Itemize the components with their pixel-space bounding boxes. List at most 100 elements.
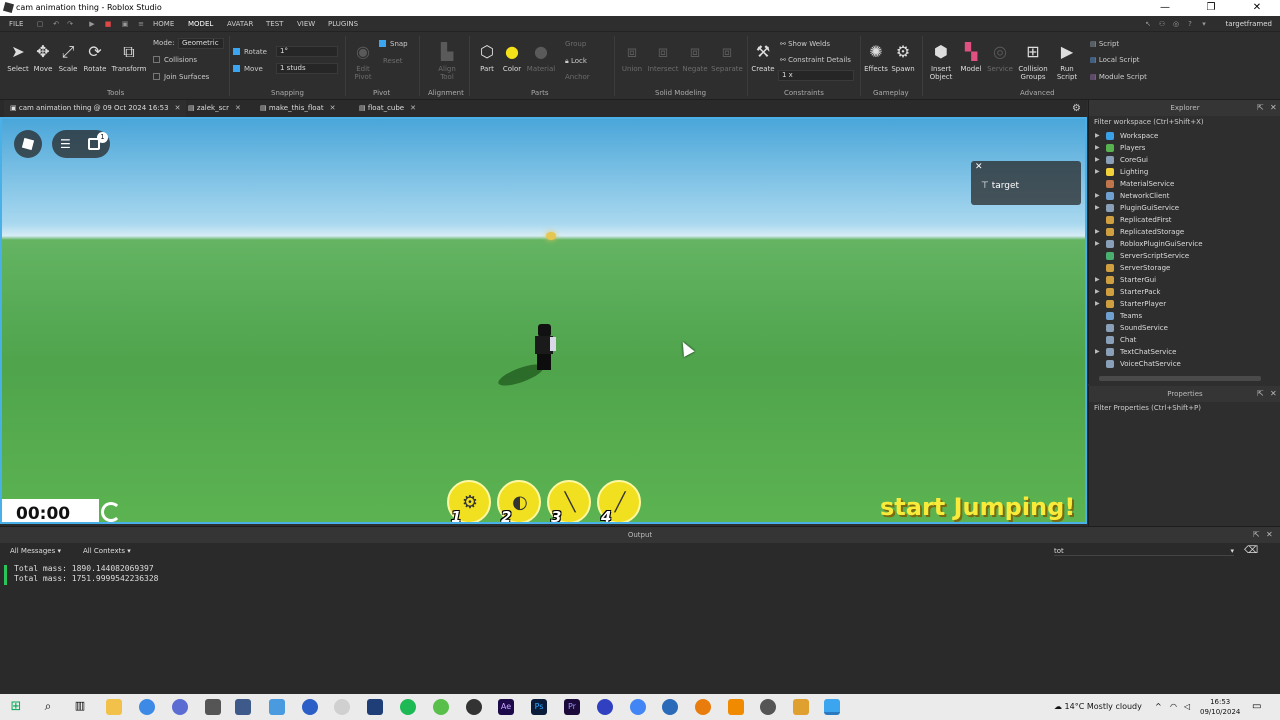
collisions-checkbox[interactable]: Collisions [153,56,197,64]
close-button[interactable]: ✕ [1234,0,1280,16]
expand-arrow-icon[interactable]: ▶ [1095,190,1100,202]
anchor-button[interactable]: Anchor [565,73,590,81]
explorer-item[interactable]: Teams [1089,310,1280,322]
module-script-button[interactable]: ▤ Module Script [1090,73,1147,81]
maximize-button[interactable]: ❐ [1188,0,1234,16]
close-tab-icon[interactable]: ✕ [235,104,241,112]
undock-icon[interactable]: ⇱ [1257,103,1264,112]
notifications-icon[interactable]: ◎ [1172,20,1180,28]
file-explorer-icon[interactable] [106,699,122,715]
explorer-filter-input[interactable]: Filter workspace (Ctrl+Shift+X) [1089,116,1280,129]
user-menu-icon[interactable]: ▾ [1200,20,1208,28]
app-icon[interactable] [302,699,318,715]
windows-start-icon[interactable]: ⊞ [8,699,24,715]
select-tool-button[interactable]: ➤ Select [5,42,31,73]
close-icon[interactable]: ✕ [975,162,983,172]
constraint-details-toggle[interactable]: ⚯ Constraint Details [780,56,851,64]
tab-view[interactable]: VIEW [297,20,315,28]
close-icon[interactable]: ✕ [1270,103,1277,112]
expand-arrow-icon[interactable]: ▶ [1095,298,1100,310]
hamburger-menu-icon[interactable]: ☰ [60,138,71,150]
color-button[interactable]: ● Color [500,42,524,73]
contexts-filter-dropdown[interactable]: All Contexts ▾ [83,547,131,555]
expand-arrow-icon[interactable]: ▶ [1095,274,1100,286]
app-icon[interactable] [662,699,678,715]
app-icon[interactable] [433,699,449,715]
doc-tab-script[interactable]: ▤ float_cube ✕ [353,100,422,117]
undo-icon[interactable]: ↶ [52,20,60,28]
explorer-item[interactable]: SoundService [1089,322,1280,334]
discord-icon[interactable] [172,699,188,715]
app-icon[interactable] [235,699,251,715]
close-icon[interactable]: ✕ [1266,530,1273,539]
mode-dropdown[interactable]: Geometric [178,38,224,49]
move-snap-checkbox[interactable]: Move [233,65,263,73]
expand-arrow-icon[interactable]: ▶ [1095,142,1100,154]
doc-tab-place[interactable]: ▣ cam animation thing @ 09 Oct 2024 16:5… [4,100,187,117]
help-icon[interactable]: ? [1186,20,1194,28]
lock-button[interactable]: 🔒︎ Lock [565,57,587,66]
transform-tool-button[interactable]: ⧉ Transform [110,42,148,73]
explorer-item[interactable]: Chat [1089,334,1280,346]
photoshop-icon[interactable]: Ps [531,699,547,715]
material-button[interactable]: ● Material [525,42,557,73]
doc-tab-script[interactable]: ▤ zalek_scr ✕ [182,100,247,117]
explorer-item[interactable]: MaterialService [1089,178,1280,190]
explorer-item[interactable]: ServerScriptService [1089,250,1280,262]
chrome-icon[interactable] [139,699,155,715]
explorer-item[interactable]: ▶ RobloxPluginGuiService [1089,238,1280,250]
premiere-icon[interactable]: Pr [564,699,580,715]
app-icon[interactable] [205,699,221,715]
intersect-button[interactable]: ⧈ Intersect [646,42,680,73]
settings-gear-icon[interactable]: ⚙ [1072,103,1081,114]
close-tab-icon[interactable]: ✕ [175,104,181,112]
search-icon[interactable]: ⌕ [40,699,56,715]
explorer-item[interactable]: ▶ PluginGuiService [1089,202,1280,214]
app-icon[interactable] [793,699,809,715]
run-script-button[interactable]: ▶ Run Script [1052,42,1082,81]
explorer-item[interactable]: ▶ Players [1089,142,1280,154]
align-tool-button[interactable]: ▙ Align Tool [432,42,462,81]
wifi-icon[interactable]: ◠ [1170,702,1177,711]
expand-arrow-icon[interactable]: ▶ [1095,346,1100,358]
explorer-item[interactable]: ▶ Lighting [1089,166,1280,178]
show-welds-toggle[interactable]: ⚯ Show Welds [780,40,830,48]
rotate-snap-checkbox[interactable]: Rotate [233,48,267,56]
move-tool-button[interactable]: ✥ Move [31,42,55,73]
expand-arrow-icon[interactable]: ▶ [1095,166,1100,178]
hotbar-slot-3[interactable]: ╲ 3 [547,480,591,522]
share-icon[interactable]: ↖ [1144,20,1152,28]
expand-arrow-icon[interactable]: ▶ [1095,286,1100,298]
collision-groups-button[interactable]: ⊞ Collision Groups [1015,42,1051,81]
pivot-snap-checkbox[interactable]: Snap [379,40,408,48]
constraint-scale-field[interactable]: 1 x [778,70,854,81]
explorer-item[interactable]: ▶ StarterPlayer [1089,298,1280,310]
tab-home[interactable]: HOME [153,20,174,28]
chrome-icon[interactable] [630,699,646,715]
tab-plugins[interactable]: PLUGINS [328,20,358,28]
edit-pivot-button[interactable]: ◉ Edit Pivot [350,42,376,81]
redo-icon[interactable]: ↷ [66,20,74,28]
hotbar-slot-4[interactable]: ╱ 4 [597,480,641,522]
user-name[interactable]: targetframed [1226,20,1272,28]
minimize-button[interactable]: — [1142,0,1188,16]
app-icon[interactable] [466,699,482,715]
tab-model[interactable]: MODEL [188,20,213,28]
rotate-snap-field[interactable]: 1° [276,46,338,57]
app-icon[interactable] [597,699,613,715]
stop-icon[interactable]: ■ [104,20,112,28]
roblox-menu-button[interactable] [14,130,42,158]
hotbar-slot-1[interactable]: ⚙ 1 [447,480,491,522]
new-file-icon[interactable]: ▢ [36,20,44,28]
explorer-item[interactable]: ▶ CoreGui [1089,154,1280,166]
explorer-item[interactable]: ▶ ReplicatedStorage [1089,226,1280,238]
join-surfaces-checkbox[interactable]: Join Surfaces [153,73,209,81]
spotify-icon[interactable] [400,699,416,715]
create-constraint-button[interactable]: ⚒ Create [750,42,776,73]
task-view-icon[interactable]: ▥ [72,699,88,715]
play-icon[interactable]: ▶ [88,20,96,28]
tray-chevron-icon[interactable]: ^ [1155,702,1162,711]
quick-save-icon[interactable]: ▣ [121,20,129,28]
hotbar-slot-2[interactable]: ◐ 2 [497,480,541,522]
explorer-item[interactable]: ▶ StarterPack [1089,286,1280,298]
